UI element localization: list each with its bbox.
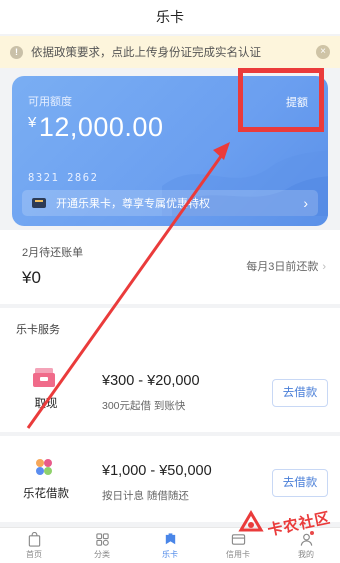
bill-amount: ¥0	[22, 268, 41, 287]
credit-amount-value: 12,000.00	[38, 112, 164, 142]
notice-text: 依据政策要求，点此上传身份证完成实名认证	[31, 47, 261, 59]
card-number: 8321 2862	[28, 172, 99, 184]
due-text: 每月3日前还款	[246, 261, 319, 273]
bill-panel[interactable]: 2月待还账单 ¥0 每月3日前还款 ›	[0, 230, 340, 304]
borrow-button[interactable]: 去借款	[272, 469, 328, 497]
service-item-cash[interactable]: 取现 ¥300 - ¥20,000 300元起借 到账快 去借款	[0, 346, 340, 432]
card-promo-icon	[32, 198, 46, 208]
service-range: ¥1,000 - ¥50,000	[102, 463, 212, 479]
service-name: 乐花借款	[23, 488, 69, 500]
tab-label: 乐卡	[162, 550, 178, 559]
chevron-right-icon: ›	[303, 195, 308, 211]
watermark-logo: 卡农社区	[238, 506, 336, 540]
bill-title: 2月待还账单	[22, 247, 84, 259]
currency-symbol: ¥	[28, 114, 37, 131]
promo-bar[interactable]: 开通乐果卡，尊享专属优惠特权 ›	[22, 190, 318, 216]
available-credit-label: 可用额度	[28, 96, 72, 108]
service-name: 取现	[34, 398, 58, 410]
close-icon[interactable]: ×	[316, 45, 330, 59]
services-heading: 乐卡服务	[0, 308, 340, 346]
chevron-right-icon: ›	[322, 261, 326, 273]
watermark-text: 卡农社区	[266, 509, 333, 539]
service-subtitle: 按日计息 随借随还	[102, 490, 189, 502]
realname-notice-banner[interactable]: ! 依据政策要求，点此上传身份证完成实名认证 ×	[0, 36, 340, 68]
bag-icon	[28, 532, 40, 547]
tab-label: 分类	[94, 550, 110, 559]
available-credit-amount: ¥12,000.00	[28, 112, 163, 143]
service-subtitle: 300元起借 到账快	[102, 400, 186, 412]
watermark-mark-icon	[238, 510, 264, 532]
card-icon	[165, 533, 175, 545]
flower-icon	[36, 459, 52, 475]
info-icon: !	[10, 45, 23, 59]
service-range: ¥300 - ¥20,000	[102, 373, 200, 389]
tab-category[interactable]: 分类	[68, 528, 136, 563]
grid-icon	[95, 533, 109, 546]
promo-text: 开通乐果卡，尊享专属优惠特权	[56, 198, 210, 210]
page-title: 乐卡	[0, 0, 340, 34]
tab-home[interactable]: 首页	[0, 528, 68, 563]
due-date-link[interactable]: 每月3日前还款 ›	[246, 258, 326, 274]
tab-leka[interactable]: 乐卡	[136, 528, 204, 563]
tab-label: 我的	[298, 550, 314, 559]
tab-label: 信用卡	[226, 550, 250, 559]
annotation-highlight-box	[238, 68, 324, 132]
tab-label: 首页	[26, 550, 42, 559]
borrow-button[interactable]: 去借款	[272, 379, 328, 407]
cash-envelope-icon	[33, 368, 55, 387]
